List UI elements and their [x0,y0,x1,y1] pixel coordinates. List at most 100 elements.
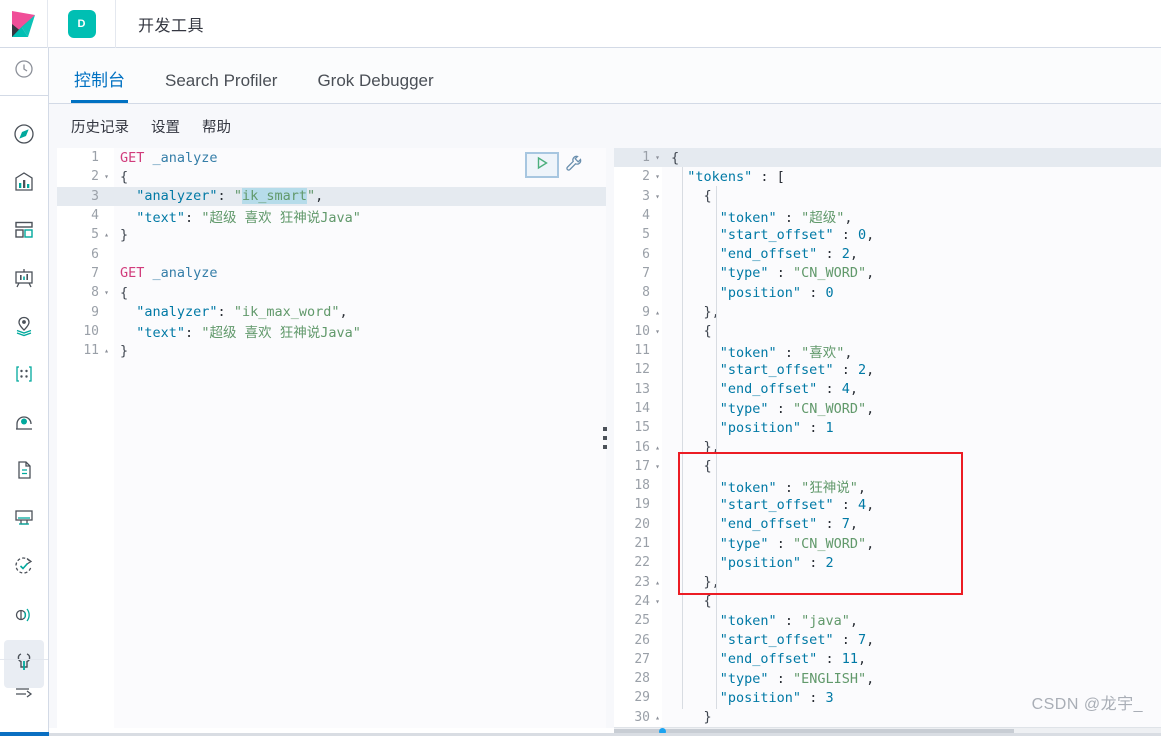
sidebar-item-visualize[interactable] [0,160,48,208]
fold-toggle-icon[interactable]: ▴ [650,578,665,587]
help-link[interactable]: 帮助 [202,116,231,137]
request-options-button[interactable] [564,153,584,178]
tab-grok-debugger[interactable]: Grok Debugger [317,71,433,103]
sidebar-item-canvas[interactable] [0,256,48,304]
code-line: 6 [57,244,606,263]
fold-toggle-icon[interactable]: ▾ [650,153,665,162]
pane-splitter[interactable] [596,148,614,728]
grab-dots-icon [603,427,607,449]
code-line: 23 ▴ }, [614,573,1161,592]
code-text: "position" : 1 [719,419,834,436]
sidebar-item-uptime[interactable] [0,544,48,592]
sidebar-item-machine-learning[interactable] [0,352,48,400]
send-request-button[interactable] [525,152,559,178]
code-text: "token" : "超级", [719,209,853,226]
sidebar-item-siem[interactable] [0,592,48,640]
line-number: 1 [642,150,650,166]
request-editor[interactable]: 1 GET _analyze 2 ▾{3 "analyzer": "ik_smart"… [57,148,606,728]
code-text: "end_offset" : 2, [719,246,858,263]
code-text: "position" : 3 [719,689,834,706]
fold-toggle-icon[interactable]: ▴ [650,443,665,452]
fold-toggle-icon[interactable]: ▾ [650,462,665,471]
space-avatar-button[interactable]: D [48,0,116,48]
code-text: { [671,458,712,475]
code-text: "end_offset" : 11, [719,651,867,668]
code-text: }, [671,439,720,456]
console-toolbar: 历史记录 设置 帮助 [49,104,1161,148]
rail-bottom-accent [0,732,49,736]
nav-collapse-button[interactable] [0,659,48,718]
code-text: "type" : "CN_WORD", [719,535,875,552]
code-line: 13 "end_offset" : 4, [614,380,1161,399]
response-editor[interactable]: 1 ▾{2 ▾ "tokens" : [3 ▾ {4 "token" : "超级", 5… [614,148,1161,728]
code-line: 3 "analyzer": "ik_smart", [57,186,606,206]
sidebar-item-maps[interactable] [0,304,48,352]
kibana-logo-icon [11,10,37,38]
sidebar-item-logs[interactable] [0,448,48,496]
uptime-check-icon [13,555,35,582]
code-text: "analyzer": "ik_max_word", [136,304,348,321]
fold-toggle-icon[interactable]: ▴ [99,230,114,239]
sidebar-item-infrastructure[interactable] [0,400,48,448]
fold-toggle-icon[interactable]: ▴ [650,308,665,317]
line-number: 3 [642,188,650,204]
sidebar-item-dashboard[interactable] [0,208,48,256]
line-number: 3 [91,188,99,204]
code-line: 6 "end_offset" : 2, [614,244,1161,263]
code-text: "start_offset" : 2, [719,361,875,378]
space-avatar: D [67,9,96,38]
code-text: } [120,342,129,359]
play-triangle-icon [535,156,549,175]
recently-viewed-button[interactable] [0,48,48,96]
fold-toggle-icon[interactable]: ▾ [650,327,665,336]
code-line: 7 GET _analyze [57,264,606,283]
code-line: 2 ▾ "tokens" : [ [614,167,1161,186]
line-number: 5 [91,227,99,243]
line-number: 11 [83,343,99,359]
sidebar-item-discover[interactable] [0,112,48,160]
fold-toggle-icon[interactable]: ▴ [650,713,665,722]
line-number: 17 [634,458,650,474]
line-number: 12 [634,362,650,378]
code-text: { [671,593,712,610]
code-text: "start_offset" : 7, [719,632,875,649]
code-line: 9 ▴ }, [614,302,1161,321]
line-number: 20 [634,516,650,532]
code-text: "end_offset" : 7, [719,516,858,533]
fold-toggle-icon[interactable]: ▾ [650,597,665,606]
fold-toggle-icon[interactable]: ▾ [650,172,665,181]
history-link[interactable]: 历史记录 [71,116,129,137]
collapse-arrow-icon-wrap[interactable] [0,670,48,718]
line-number: 23 [634,574,650,590]
request-code[interactable]: 1 GET _analyze 2 ▾{3 "analyzer": "ik_smart"… [57,148,606,360]
sidebar-item-apm[interactable] [0,496,48,544]
kibana-logo-button[interactable] [0,0,48,48]
code-text: GET _analyze [120,265,218,282]
line-number: 4 [91,208,99,224]
code-line: 9 "analyzer": "ik_max_word", [57,302,606,321]
fold-toggle-icon[interactable]: ▴ [99,346,114,355]
line-number: 18 [634,478,650,494]
response-code: 1 ▾{2 ▾ "tokens" : [3 ▾ {4 "token" : "超级", 5… [614,148,1161,727]
line-number: 9 [91,304,99,320]
fold-toggle-icon[interactable]: ▾ [99,288,114,297]
settings-link[interactable]: 设置 [151,116,180,137]
fold-toggle-icon[interactable]: ▾ [650,192,665,201]
page-title: 开发工具 [138,17,205,35]
code-line: 11 ▴} [57,341,606,360]
code-line: 14 "type" : "CN_WORD", [614,399,1161,418]
code-text: "token" : "喜欢", [719,344,853,361]
fold-toggle-icon[interactable]: ▾ [99,172,114,181]
code-text: }, [671,574,720,591]
code-line: 15 "position" : 1 [614,418,1161,437]
line-number: 11 [634,343,650,359]
request-actions [525,152,584,178]
tab-search-profiler[interactable]: Search Profiler [165,71,277,103]
code-line: 20 "end_offset" : 7, [614,515,1161,534]
line-number: 13 [634,381,650,397]
code-line: 24 ▾ { [614,592,1161,611]
line-number: 28 [634,671,650,687]
code-line: 19 "start_offset" : 4, [614,495,1161,514]
tab-console[interactable]: 控制台 [71,66,128,103]
line-number: 22 [634,555,650,571]
